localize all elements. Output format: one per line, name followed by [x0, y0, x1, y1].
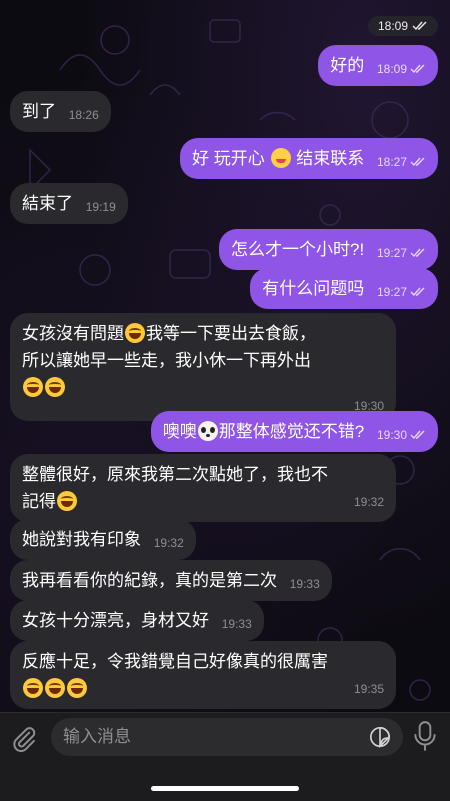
message-bubble-outgoing[interactable]: 好 玩开心 结束联系 18:27 — [180, 138, 438, 179]
message-line: 記得 19:32 — [22, 488, 384, 515]
message-text: 記得 — [22, 492, 56, 511]
message-text: 怎么才一个小时?! — [231, 240, 365, 259]
home-indicator[interactable] — [151, 786, 299, 791]
message-time: 19:32 — [353, 495, 384, 509]
message-bubble-incoming[interactable]: 她說對我有印象 19:32 — [10, 519, 196, 560]
message-text: 女孩十分漂亮，身材又好 — [22, 611, 209, 630]
message-bubble-incoming[interactable]: 反應十足，令我錯覺自己好像真的很厲害 19:35 — [10, 641, 396, 709]
laughing-tears-emoji-icon — [45, 678, 65, 698]
message-time: 18:26 — [68, 108, 99, 122]
message-time: 19:33 — [289, 577, 320, 591]
laughing-tears-emoji-icon — [125, 323, 145, 343]
message-text: 整體很好，原來我第二次點她了，我也不 — [22, 465, 328, 484]
laughing-tears-emoji-icon — [67, 678, 87, 698]
laughing-tears-emoji-icon — [45, 377, 65, 397]
message-meta: 19:30 — [377, 427, 426, 443]
message-time: 19:32 — [153, 536, 184, 550]
message-time: 18:09 — [376, 62, 407, 76]
message-bubble-incoming[interactable]: 結束了 19:19 — [10, 183, 128, 224]
message-text: 所以讓她早一些走，我小休一下再外出 — [22, 351, 311, 370]
laughing-tears-emoji-icon — [23, 678, 43, 698]
double-check-icon — [410, 157, 425, 167]
message-bubble-outgoing[interactable]: 怎么才一个小时?! 19:27 — [219, 229, 438, 270]
message-time: 19:35 — [353, 682, 384, 696]
date-status-pill: 18:09 — [367, 16, 438, 36]
message-bubble-outgoing[interactable]: 噢噢 那整体感觉还不错? 19:30 — [150, 411, 438, 452]
message-text: 到了 — [22, 102, 56, 121]
double-check-icon — [412, 21, 427, 31]
message-time: 19:27 — [376, 246, 407, 260]
laughing-tears-emoji-icon — [23, 377, 43, 397]
message-bubble-incoming[interactable]: 整體很好，原來我第二次點她了，我也不 記得 19:32 — [10, 454, 396, 522]
double-check-icon — [410, 287, 425, 297]
paperclip-icon[interactable] — [10, 725, 38, 753]
message-emoji-line — [22, 374, 384, 401]
message-text: 反應十足，令我錯覺自己好像真的很厲害 — [22, 652, 328, 671]
message-time: 18:27 — [376, 155, 407, 169]
message-bubble-outgoing[interactable]: 有什么问题吗 19:27 — [250, 268, 438, 309]
message-text: 有什么问题吗 — [262, 279, 365, 298]
message-meta: 19:27 — [377, 245, 426, 261]
message-line: 女孩沒有問題 我等一下要出去食飯， — [22, 320, 384, 347]
message-bubble-incoming[interactable]: 女孩沒有問題 我等一下要出去食飯， 所以讓她早一些走，我小休一下再外出 19:30 — [10, 313, 396, 421]
microphone-icon[interactable] — [412, 720, 438, 752]
message-text: 好 玩开心 — [192, 149, 265, 168]
message-text: 女孩沒有問題 — [22, 324, 124, 343]
message-bubble-incoming[interactable]: 女孩十分漂亮，身材又好 19:33 — [10, 600, 264, 641]
status-time: 18:09 — [377, 19, 408, 33]
message-bubble-incoming[interactable]: 到了 18:26 — [10, 91, 111, 132]
message-text: 我再看看你的紀錄，真的是第二次 — [22, 571, 277, 590]
message-input-container[interactable] — [51, 718, 403, 756]
message-text: 好的 — [330, 56, 365, 75]
double-check-icon — [410, 248, 425, 258]
message-meta: 18:27 — [377, 154, 426, 170]
double-check-icon — [410, 64, 425, 74]
message-time: 19:27 — [376, 285, 407, 299]
wink-face-emoji-icon — [270, 148, 291, 168]
message-time: 19:33 — [221, 617, 252, 631]
message-meta: 19:27 — [377, 284, 426, 300]
message-text: 那整体感觉还不错? — [218, 422, 365, 441]
message-text: 我等一下要出去食飯， — [146, 324, 316, 343]
message-text: 结束联系 — [296, 149, 365, 168]
message-time: 19:30 — [376, 428, 407, 442]
message-text: 她說對我有印象 — [22, 530, 141, 549]
message-input[interactable] — [51, 718, 351, 756]
message-meta: 18:09 — [377, 61, 426, 77]
message-list[interactable]: 18:09 好的 18:09 到了 18:26 好 玩开心 结束联系 18:27… — [0, 0, 450, 712]
message-text: 噢噢 — [162, 422, 197, 441]
message-line: 19:35 — [22, 675, 384, 702]
message-time: 19:19 — [85, 200, 116, 214]
laughing-tears-emoji-icon — [57, 491, 77, 511]
double-check-icon — [410, 430, 425, 440]
message-text: 結束了 — [22, 194, 73, 213]
panda-face-emoji-icon — [197, 421, 218, 441]
message-bubble-incoming[interactable]: 我再看看你的紀錄，真的是第二次 19:33 — [10, 560, 332, 601]
sticker-icon[interactable] — [369, 726, 391, 748]
message-bubble-outgoing[interactable]: 好的 18:09 — [318, 45, 438, 86]
